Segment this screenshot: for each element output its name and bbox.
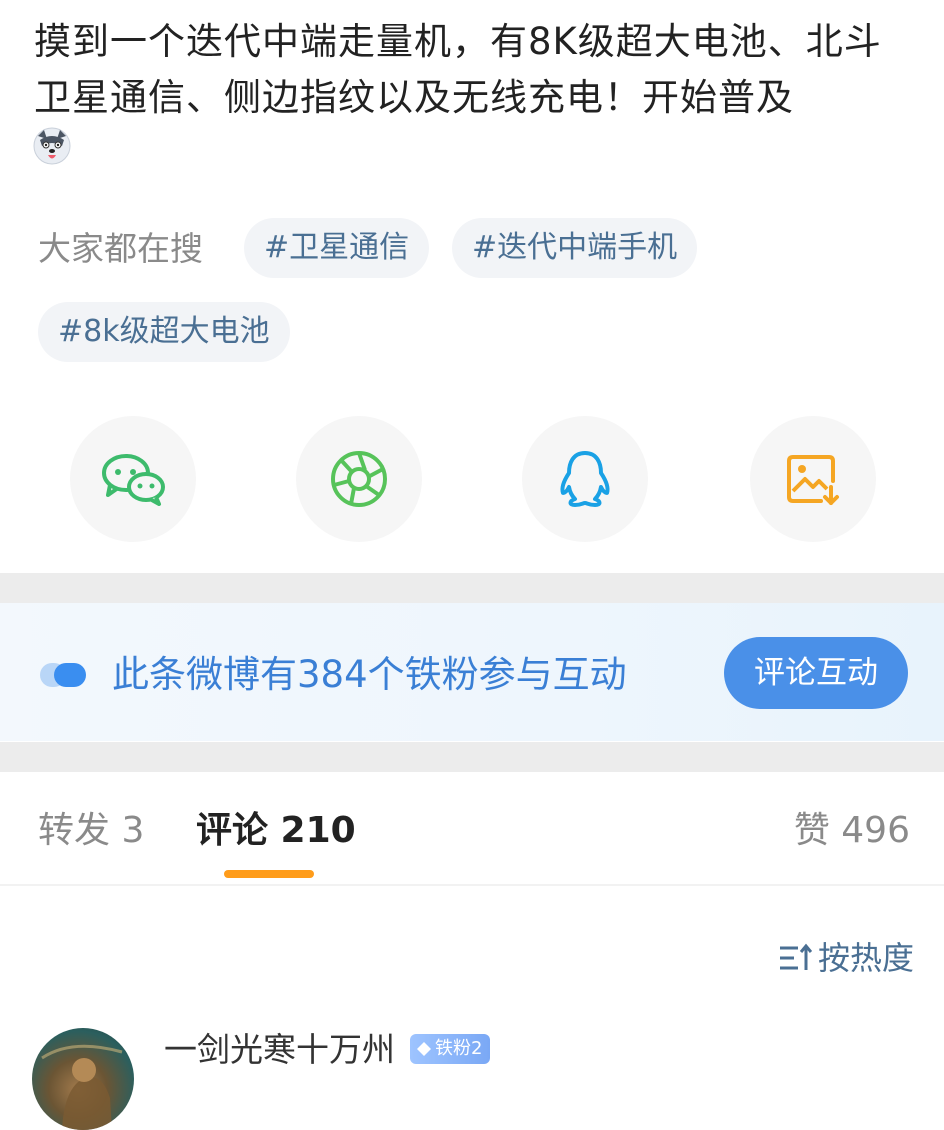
sort-label: 按热度 bbox=[817, 939, 914, 977]
avatar[interactable] bbox=[32, 1028, 134, 1130]
husky-dog-emoji-icon bbox=[33, 127, 71, 165]
share-moments-button[interactable] bbox=[296, 416, 422, 542]
section-divider bbox=[0, 742, 944, 772]
share-wechat-button[interactable] bbox=[70, 416, 196, 542]
qq-penguin-icon bbox=[560, 451, 610, 507]
post-text: 摸到一个迭代中端走量机，有8K级超大电池、北斗卫星通信、侧边指纹以及无线充电！开… bbox=[34, 20, 882, 119]
search-trending-label: 大家都在搜 bbox=[38, 229, 203, 268]
tab-repost[interactable]: 转发 3 bbox=[38, 806, 144, 856]
diamond-icon bbox=[417, 1042, 431, 1056]
save-image-button[interactable] bbox=[750, 416, 876, 542]
comment-interact-button[interactable]: 评论互动 bbox=[724, 637, 908, 709]
search-tag-battery[interactable]: #8k级超大电池 bbox=[38, 302, 290, 362]
fan-badge-label: 铁粉2 bbox=[435, 1038, 483, 1059]
tab-like[interactable]: 赞 496 bbox=[794, 806, 910, 856]
tab-divider bbox=[0, 884, 944, 886]
toggle-pill-icon bbox=[40, 663, 86, 687]
save-image-icon bbox=[787, 455, 839, 505]
iron-fan-banner: 此条微博有384个铁粉参与互动 评论互动 bbox=[0, 603, 944, 741]
sort-icon bbox=[779, 943, 812, 970]
comment-username[interactable]: 一剑光寒十万州 bbox=[164, 1028, 395, 1072]
wechat-icon bbox=[102, 454, 165, 506]
active-tab-indicator bbox=[224, 870, 314, 878]
iron-fan-text: 此条微博有384个铁粉参与互动 bbox=[112, 653, 627, 696]
search-tag-midrange-phone[interactable]: #迭代中端手机 bbox=[452, 218, 698, 278]
moments-aperture-icon bbox=[331, 451, 387, 507]
sort-by-hot-button[interactable]: 按热度 bbox=[778, 936, 914, 980]
iron-fan-badge: 铁粉2 bbox=[410, 1034, 491, 1064]
search-tag-satellite[interactable]: #卫星通信 bbox=[244, 218, 430, 278]
tab-comment[interactable]: 评论 210 bbox=[196, 806, 356, 856]
section-divider bbox=[0, 573, 944, 603]
avatar-image bbox=[41, 1044, 123, 1130]
share-qq-button[interactable] bbox=[522, 416, 648, 542]
